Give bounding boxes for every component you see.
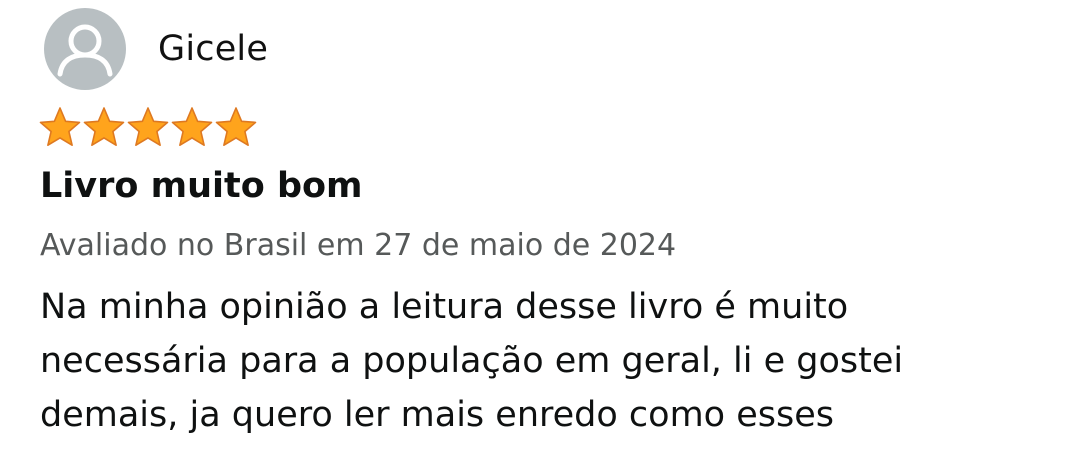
- star-icon: [215, 107, 257, 147]
- reviewer-name[interactable]: Gicele: [158, 29, 268, 69]
- review-title[interactable]: Livro muito bom: [40, 166, 363, 206]
- review-body-line: Na minha opinião a leitura desse livro é…: [40, 287, 849, 327]
- star-icon: [127, 107, 169, 147]
- reviewer-profile[interactable]: Gicele: [44, 8, 268, 90]
- review-body: Na minha opinião a leitura desse livro é…: [40, 280, 1040, 442]
- review-body-line: necessária para a população em geral, li…: [40, 341, 904, 381]
- star-icon: [39, 107, 81, 147]
- avatar[interactable]: [44, 8, 126, 90]
- user-silhouette-icon: [57, 24, 113, 77]
- star-icon: [83, 107, 125, 147]
- review-body-line: demais, ja quero ler mais enredo como es…: [40, 395, 834, 435]
- review-card: Gicele Livro muito bom Avaliado no Brasi…: [0, 0, 1080, 459]
- star-rating: [38, 106, 258, 148]
- star-icon: [171, 107, 213, 147]
- review-date: Avaliado no Brasil em 27 de maio de 2024: [40, 228, 677, 263]
